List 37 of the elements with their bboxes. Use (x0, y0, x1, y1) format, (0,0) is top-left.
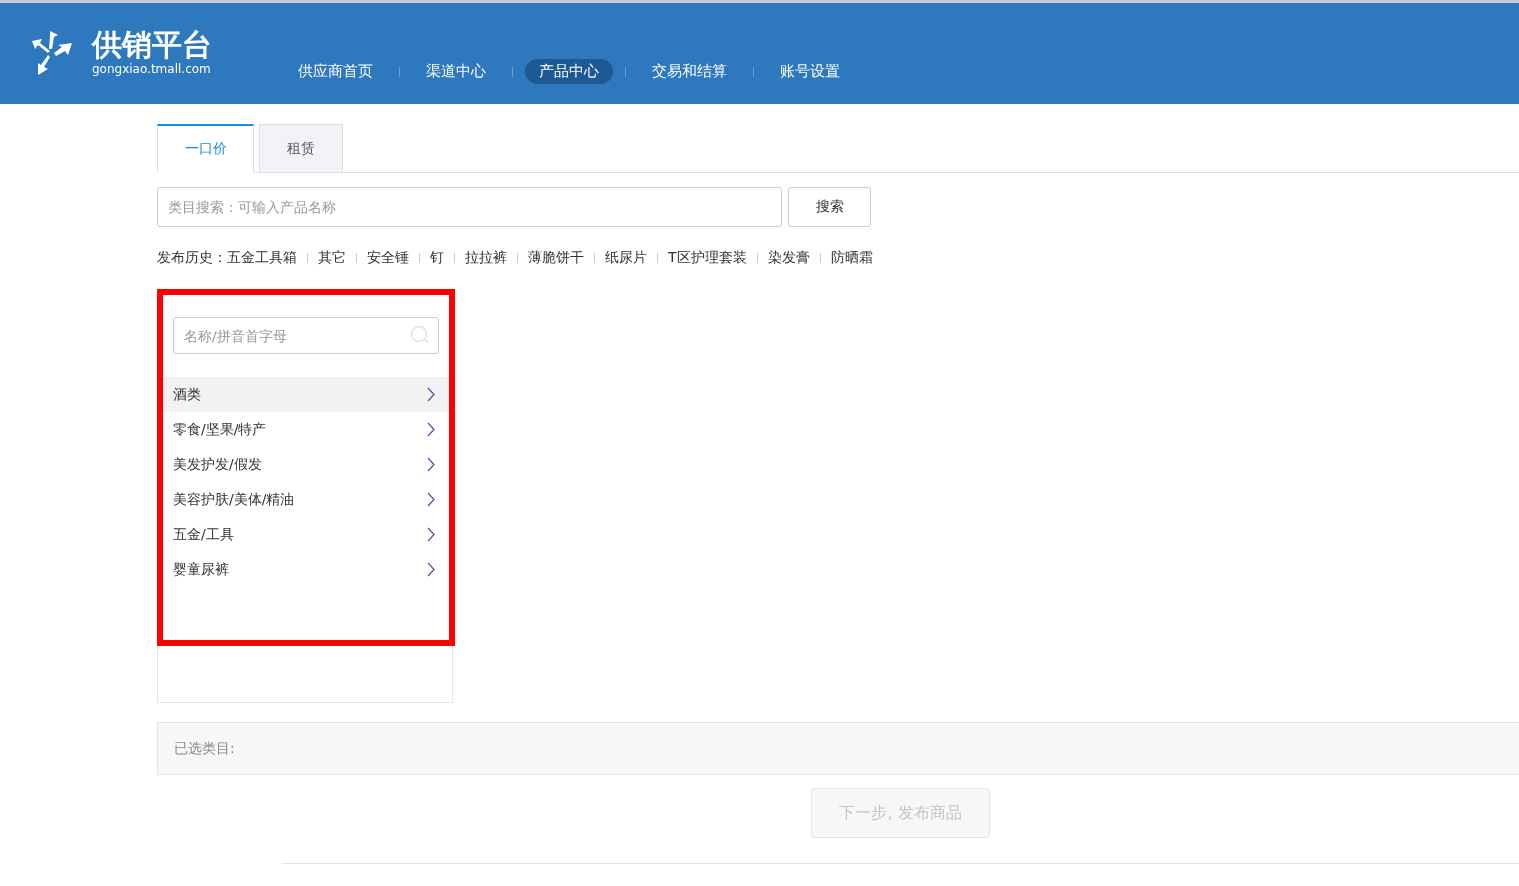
category-item[interactable]: 零食/坚果/特产 (163, 412, 449, 447)
history-link[interactable]: 染发膏 (767, 249, 810, 267)
history-link[interactable]: 薄脆饼干 (528, 249, 584, 267)
filter-field[interactable]: 名称/拼音首字母 (173, 317, 439, 354)
tab[interactable]: 一口价 (157, 124, 254, 173)
category-item[interactable]: 美容护肤/美体/精油 (163, 482, 449, 517)
nav-link[interactable]: 供应商首页 (284, 59, 387, 84)
history-link[interactable]: 安全锤 (367, 249, 409, 267)
category-search-field[interactable]: 类目搜索：可输入产品名称 (157, 187, 782, 227)
history-label: 发布历史： (157, 249, 227, 267)
logo-title: 供销平台 (92, 28, 212, 62)
nav-link[interactable]: 渠道中心 (412, 59, 500, 84)
category-item[interactable]: 五金/工具 (163, 517, 449, 552)
selected-category-label: 已选类目: (174, 739, 235, 758)
history-link[interactable]: 纸尿片 (605, 249, 647, 267)
history-link[interactable]: 钉 (430, 249, 444, 267)
category-item[interactable]: 美发护发/假发 (163, 447, 449, 482)
history-link[interactable]: 其它 (318, 249, 346, 267)
chevron-right-icon (427, 457, 435, 472)
search-icon (410, 325, 430, 345)
history-link[interactable]: 拉拉裤 (465, 249, 507, 267)
chevron-right-icon (427, 562, 435, 577)
search-button[interactable]: 搜索 (788, 187, 871, 227)
history-link[interactable]: T区护理套装 (668, 249, 747, 267)
tab[interactable]: 租赁 (259, 124, 343, 173)
nav-link[interactable]: 交易和结算 (638, 59, 741, 84)
nav-link[interactable]: 账号设置 (766, 59, 854, 84)
chevron-right-icon (427, 492, 435, 507)
history-link[interactable]: 五金工具箱 (227, 249, 297, 267)
category-item[interactable]: 酒类 (163, 377, 449, 412)
history-link[interactable]: 防晒霜 (830, 249, 873, 267)
nav-link[interactable]: 产品中心 (525, 59, 613, 84)
chevron-right-icon (427, 387, 435, 402)
category-item[interactable]: 婴童尿裤 (163, 552, 449, 587)
chevron-right-icon (427, 527, 435, 542)
chevron-right-icon (427, 422, 435, 437)
logo-subtitle: gongxiao.tmall.com (92, 62, 212, 76)
